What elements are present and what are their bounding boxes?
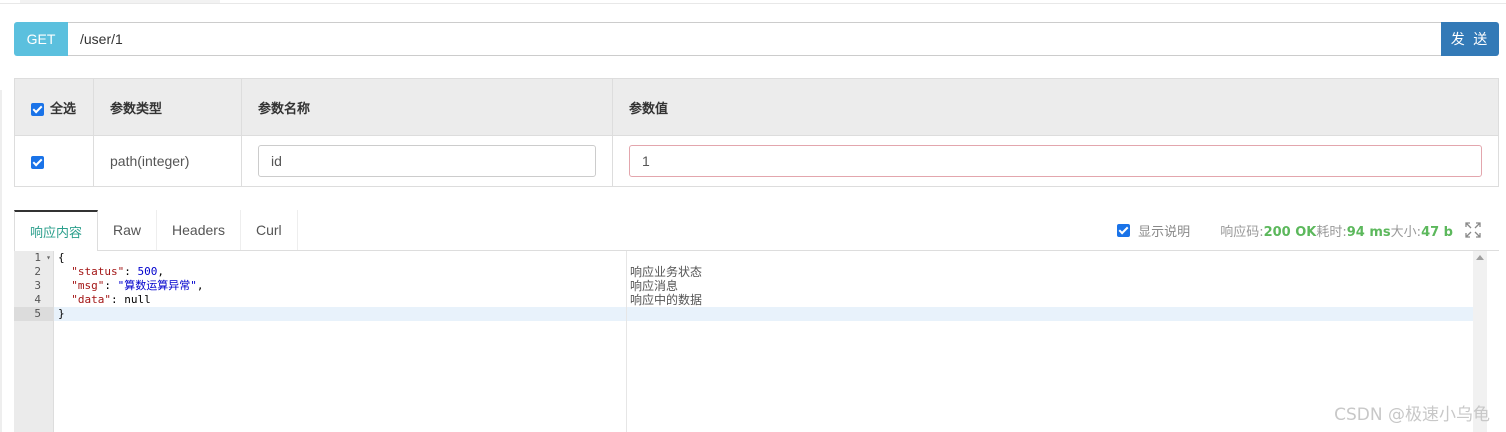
row-select-cell — [14, 135, 94, 187]
description-text: 响应业务状态 — [630, 265, 703, 279]
param-type-cell: path(integer) — [93, 135, 242, 187]
code-content: { "status": 500, "msg": "算数运算异常", "data"… — [54, 251, 1486, 432]
code-line: "msg": "算数运算异常", — [71, 279, 204, 292]
tab-raw[interactable]: Raw — [98, 210, 158, 250]
time-value: 94 ms — [1346, 224, 1391, 240]
fullscreen-icon[interactable] — [1465, 222, 1481, 238]
param-value-header: 参数值 — [612, 78, 1499, 136]
param-name-input[interactable] — [258, 145, 596, 177]
url-input[interactable] — [68, 22, 1441, 56]
response-tabs: 响应内容 Raw Headers Curl 显示说明 响应码:200 OK耗时:… — [14, 210, 1499, 251]
description-column: 响应业务状态 响应消息 响应中的数据 — [626, 251, 702, 432]
select-all-header[interactable]: 全选 — [14, 78, 94, 136]
watermark: CSDN @极速小乌龟 — [1334, 405, 1490, 425]
size-label: 大小: — [1390, 224, 1422, 240]
show-desc-label: 显示说明 — [1138, 224, 1191, 240]
param-name-cell — [241, 135, 613, 187]
tab-curl[interactable]: Curl — [241, 210, 298, 250]
description-text: 响应消息 — [630, 279, 679, 293]
line-number: 2 — [34, 265, 41, 278]
param-value-cell — [612, 135, 1499, 187]
request-bar: GET 发 送 — [14, 22, 1499, 56]
fold-arrow-icon[interactable]: ▾ — [46, 251, 51, 265]
line-number: 3 — [34, 279, 41, 292]
param-type-header: 参数类型 — [93, 78, 242, 136]
line-number: 5 — [14, 307, 53, 321]
send-button[interactable]: 发 送 — [1441, 22, 1499, 56]
status-label: 响应码: — [1220, 224, 1264, 240]
select-all-label: 全选 — [50, 101, 77, 117]
left-rule — [0, 90, 2, 432]
code-line: } — [54, 307, 1486, 321]
params-header-row: 全选 参数类型 参数名称 参数值 — [14, 78, 1499, 136]
tab-response-content[interactable]: 响应内容 — [14, 210, 99, 251]
show-desc-checkbox[interactable] — [1117, 223, 1131, 237]
description-text: 响应中的数据 — [630, 293, 703, 307]
line-number: 1 ▾ — [34, 251, 51, 265]
code-line: "data": null — [71, 293, 151, 306]
line-number: 4 — [34, 293, 41, 306]
response-status-line: 响应码:200 OK耗时:94 ms大小:47 b — [1220, 221, 1453, 240]
time-label: 耗时: — [1316, 224, 1347, 240]
params-table: 全选 参数类型 参数名称 参数值 path(integer) — [14, 78, 1499, 187]
table-row: path(integer) — [14, 135, 1499, 187]
size-value: 47 b — [1421, 224, 1453, 240]
param-value-input[interactable] — [629, 145, 1482, 177]
method-badge[interactable]: GET — [14, 22, 68, 56]
row-checkbox[interactable] — [31, 155, 44, 169]
param-name-header: 参数名称 — [241, 78, 613, 136]
tab-headers[interactable]: Headers — [157, 210, 241, 250]
code-line: { — [58, 251, 65, 264]
line-number-gutter: 1 ▾ 2 3 4 5 — [14, 251, 54, 432]
response-meta: 显示说明 响应码:200 OK耗时:94 ms大小:47 b — [1117, 210, 1499, 250]
response-editor[interactable]: 1 ▾ 2 3 4 5 { "status": 500, "msg": "算数运算… — [14, 251, 1486, 432]
top-divider — [0, 3, 1506, 4]
status-value: 200 OK — [1263, 224, 1317, 240]
select-all-checkbox[interactable] — [31, 102, 44, 116]
scroll-up-icon[interactable] — [1476, 255, 1484, 260]
show-desc-toggle[interactable]: 显示说明 — [1117, 221, 1190, 240]
code-line: "status": 500, — [71, 265, 164, 278]
